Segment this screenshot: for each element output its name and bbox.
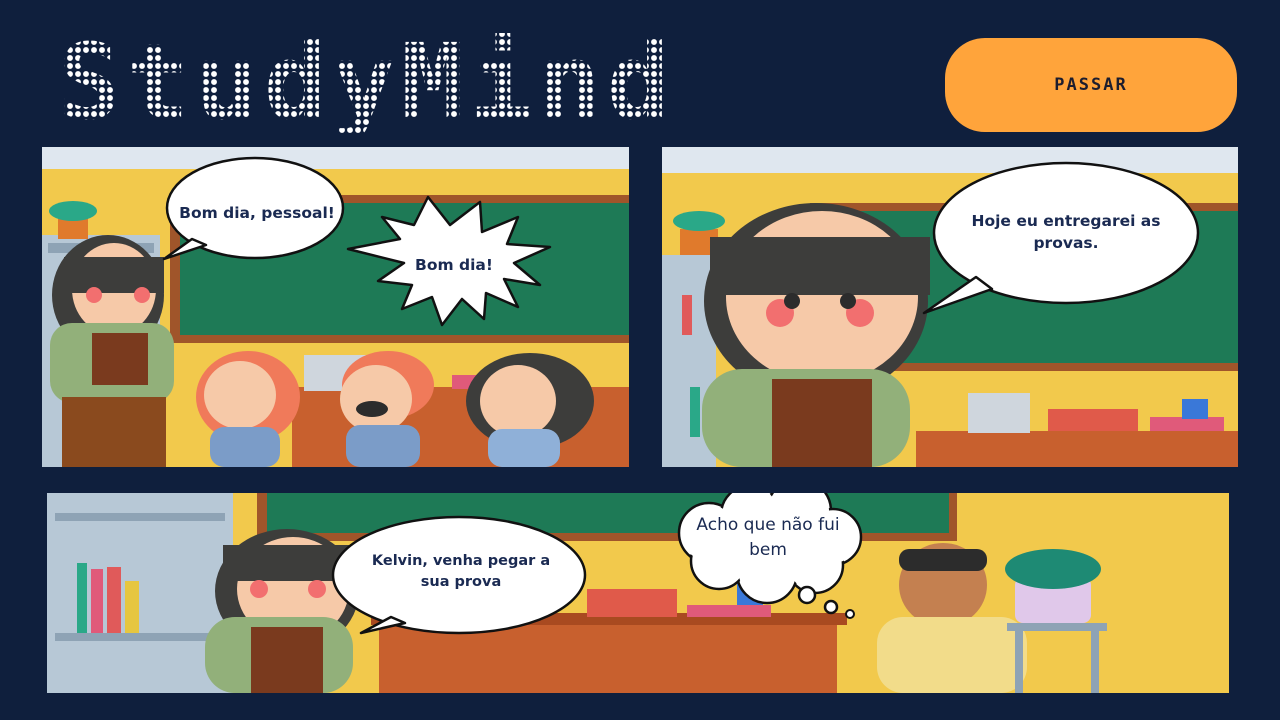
thought-bubble-kelvin: Acho que não fui bem xyxy=(696,515,840,560)
speech-bubble-teacher-greeting: Bom dia, pessoal! xyxy=(179,204,335,222)
classroom-scene-3 xyxy=(47,493,1229,693)
studymind-logo: StudyMind xyxy=(58,21,676,143)
speech-bubble-students-reply: Bom dia! xyxy=(415,256,493,274)
comic-panel-3: Kelvin, venha pegar a sua prova Acho que… xyxy=(47,493,1229,693)
comic-panel-1: Bom dia, pessoal! Bom dia! xyxy=(42,147,629,467)
classroom-scene-2 xyxy=(662,147,1238,467)
pass-button[interactable]: PASSAR xyxy=(945,38,1237,132)
comic-panel-2: Hoje eu entregarei as provas. xyxy=(662,147,1238,467)
classroom-scene-1 xyxy=(42,147,629,467)
speech-bubble-teacher-announcement: Hoje eu entregarei as provas. xyxy=(971,212,1161,253)
speech-bubble-teacher-calls-kelvin: Kelvin, venha pegar a sua prova xyxy=(371,553,551,591)
